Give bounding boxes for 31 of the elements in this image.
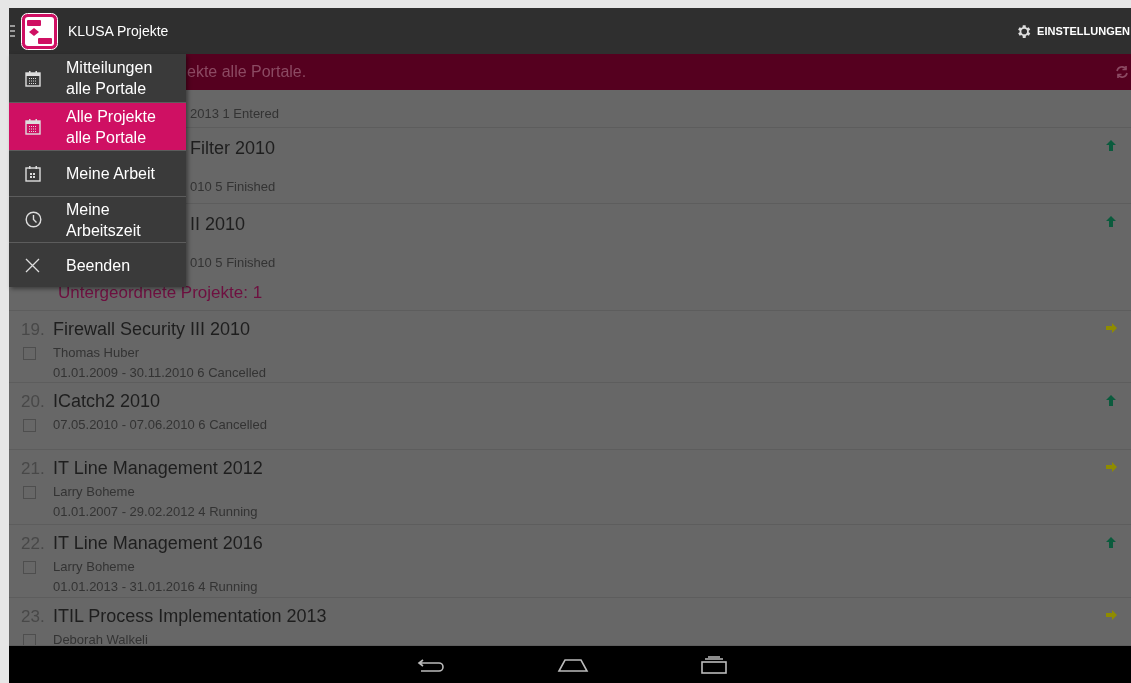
checkbox[interactable] <box>23 485 36 499</box>
menu-icon[interactable] <box>10 25 15 37</box>
clock-icon <box>25 211 42 228</box>
project-title: ICatch2 2010 <box>53 390 161 412</box>
calendar-icon <box>25 69 41 87</box>
project-title: Filter 2010 <box>190 137 277 159</box>
project-title: II 2010 <box>190 213 247 235</box>
drawer-item[interactable]: Meine Arbeitszeit <box>9 196 186 242</box>
checkbox[interactable] <box>23 560 36 574</box>
back-icon[interactable] <box>417 657 445 672</box>
project-title: IT Line Management 2012 <box>53 457 263 479</box>
app-logo-icon[interactable] <box>21 12 58 50</box>
refresh-icon[interactable] <box>1115 64 1129 80</box>
recent-apps-icon[interactable] <box>700 655 728 674</box>
project-title: IT Line Management 2016 <box>53 532 263 554</box>
banner-text: ekte alle Portale. <box>187 62 307 82</box>
checkbox[interactable] <box>23 346 36 360</box>
checkbox[interactable] <box>23 418 36 432</box>
drawer-item[interactable]: Beenden <box>9 242 186 287</box>
drawer-item[interactable]: Alle Projekte alle Portale <box>9 102 186 150</box>
drawer-item[interactable]: Meine Arbeit <box>9 150 186 196</box>
settings-button[interactable]: EINSTELLUNGEN <box>1015 22 1131 40</box>
project-title: ITIL Process Implementation 2013 <box>53 605 327 627</box>
app-title: KLUSA Projekte <box>68 21 169 41</box>
calendar-icon <box>25 165 41 182</box>
drawer-item[interactable]: Mitteilungen alle Portale <box>9 54 186 102</box>
settings-icon <box>1015 22 1033 40</box>
project-title: Firewall Security III 2010 <box>53 318 251 340</box>
home-icon[interactable] <box>557 657 589 672</box>
close-icon <box>25 257 40 273</box>
calendar-icon <box>25 118 41 135</box>
